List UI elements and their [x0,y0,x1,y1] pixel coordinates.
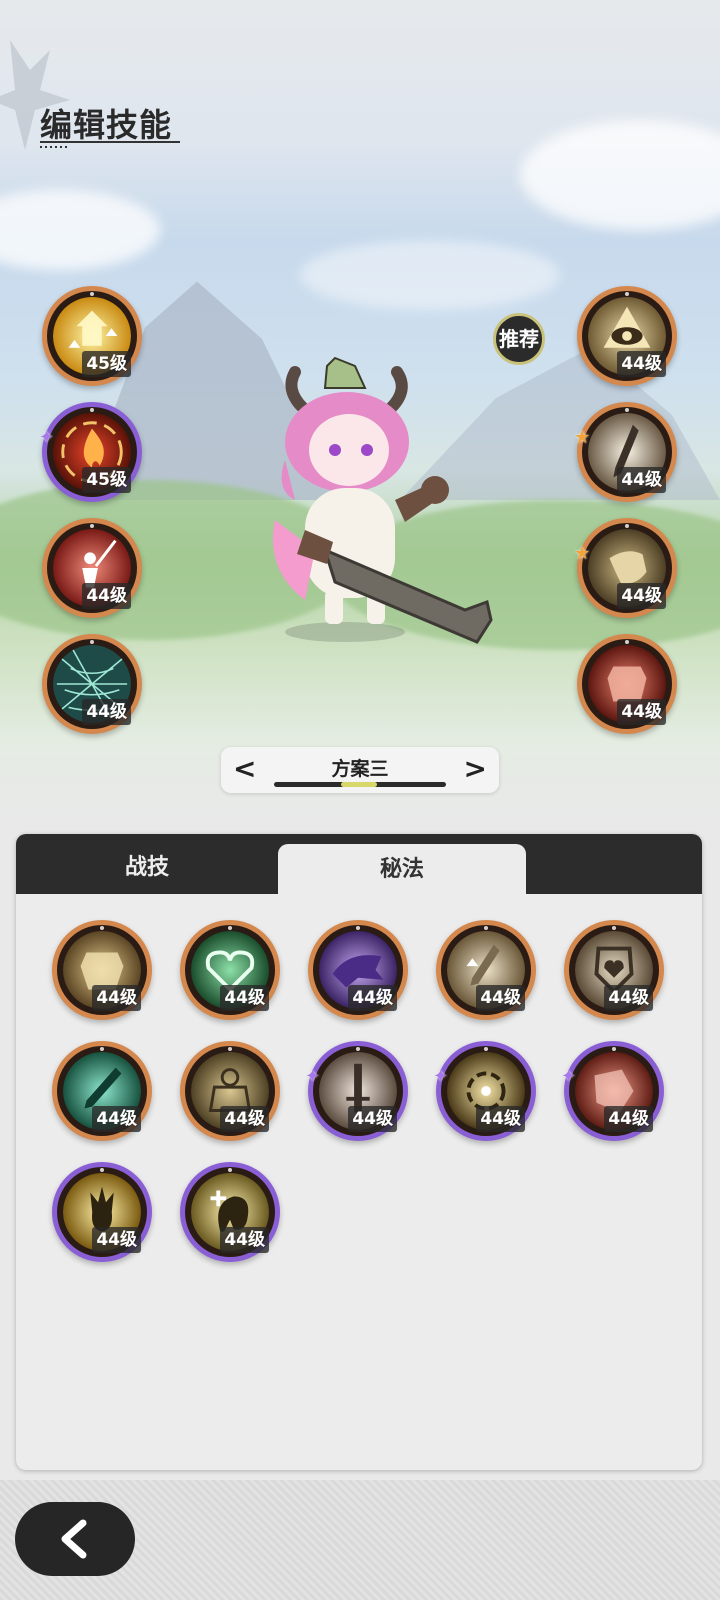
purple-star-icon: ✦ [433,1066,449,1087]
gold-star-icon: ★ [574,543,591,564]
top-pip [612,1047,616,1051]
skill-level: 44级 [220,1106,269,1132]
skill-level: 45级 [82,351,131,377]
character-sprite [273,356,493,644]
skill-level: 44级 [92,1106,141,1132]
grid-skill-8[interactable]: ✦ 44级 [305,1041,408,1141]
chevron-left-icon [61,1519,87,1559]
top-pip [625,408,629,412]
skill-level: 44级 [82,699,131,725]
grid-skill-9[interactable]: ✦ 44级 [433,1041,536,1141]
top-pip [356,1047,360,1051]
skill-level: 44级 [617,583,666,609]
gold-star-icon: ★ [574,427,591,448]
top-pip [100,1168,104,1172]
title-underline [40,141,180,143]
top-pip [612,926,616,930]
equipped-skill-right-1[interactable]: 44级 [577,286,677,386]
grid-skill-6[interactable]: 44级 [52,1041,152,1141]
top-pip [356,926,360,930]
top-pip [90,524,94,528]
skill-level: 44级 [476,985,525,1011]
plan-selector: < 方案三 > [221,747,499,793]
skill-level: 44级 [604,1106,653,1132]
top-pip [90,292,94,296]
skill-level: 44级 [92,1227,141,1253]
equipped-skill-right-3[interactable]: ★ 44级 [574,518,677,618]
top-pip [228,1047,232,1051]
cloud [300,240,560,310]
skill-level: 44级 [220,1227,269,1253]
grid-skill-5[interactable]: 44级 [564,920,664,1020]
skill-level: 45级 [82,467,131,493]
skill-level: 44级 [92,985,141,1011]
skill-level: 44级 [220,985,269,1011]
grid-skill-10[interactable]: ✦ 44级 [561,1041,664,1141]
top-pip [100,1047,104,1051]
equipped-skill-left-1[interactable]: 45级 [42,286,142,386]
skill-level: 44级 [617,467,666,493]
equipped-skill-right-2[interactable]: ★ 44级 [574,402,677,502]
top-pip [625,524,629,528]
skill-level: 44级 [476,1106,525,1132]
tab-bar: 战技 秘法 [16,834,702,894]
skill-level: 44级 [82,583,131,609]
top-pip [90,640,94,644]
title-dots [40,146,70,148]
purple-star-icon: ✦ [39,427,55,448]
back-button[interactable] [15,1502,135,1576]
grid-skill-3[interactable]: 44级 [308,920,408,1020]
tab-combat-skills[interactable]: 战技 [16,834,278,894]
grid-skill-1[interactable]: 44级 [52,920,152,1020]
grid-skill-11[interactable]: 44级 [52,1162,152,1262]
plan-label: 方案三 [331,758,389,780]
top-pip [228,926,232,930]
top-pip [625,640,629,644]
next-plan-button[interactable]: > [464,753,487,785]
skill-level: 44级 [617,351,666,377]
grid-skill-12[interactable]: 44级 [180,1162,280,1262]
top-pip [625,292,629,296]
grid-skill-4[interactable]: 44级 [436,920,536,1020]
skill-level: 44级 [348,985,397,1011]
equipped-skill-left-3[interactable]: 44级 [42,518,142,618]
purple-star-icon: ✦ [305,1066,321,1087]
top-pip [228,1168,232,1172]
cloud [520,120,720,230]
equipped-skill-left-4[interactable]: 44级 [42,634,142,734]
top-pip [484,1047,488,1051]
cloud [0,190,160,270]
purple-star-icon: ✦ [561,1066,577,1087]
plan-indicator-thumb [341,782,377,787]
top-pip [100,926,104,930]
skill-level: 44级 [617,699,666,725]
equipped-skill-left-2[interactable]: ✦ 45级 [39,402,142,502]
page-title: 编辑技能 [40,106,173,144]
skill-level: 44级 [604,985,653,1011]
top-pip [484,926,488,930]
grid-skill-7[interactable]: 44级 [180,1041,280,1141]
equipped-skill-right-4[interactable]: 44级 [577,634,677,734]
tab-secret-arts[interactable]: 秘法 [278,844,526,894]
skill-level: 44级 [348,1106,397,1132]
top-pip [90,408,94,412]
grid-skill-2[interactable]: 44级 [180,920,280,1020]
